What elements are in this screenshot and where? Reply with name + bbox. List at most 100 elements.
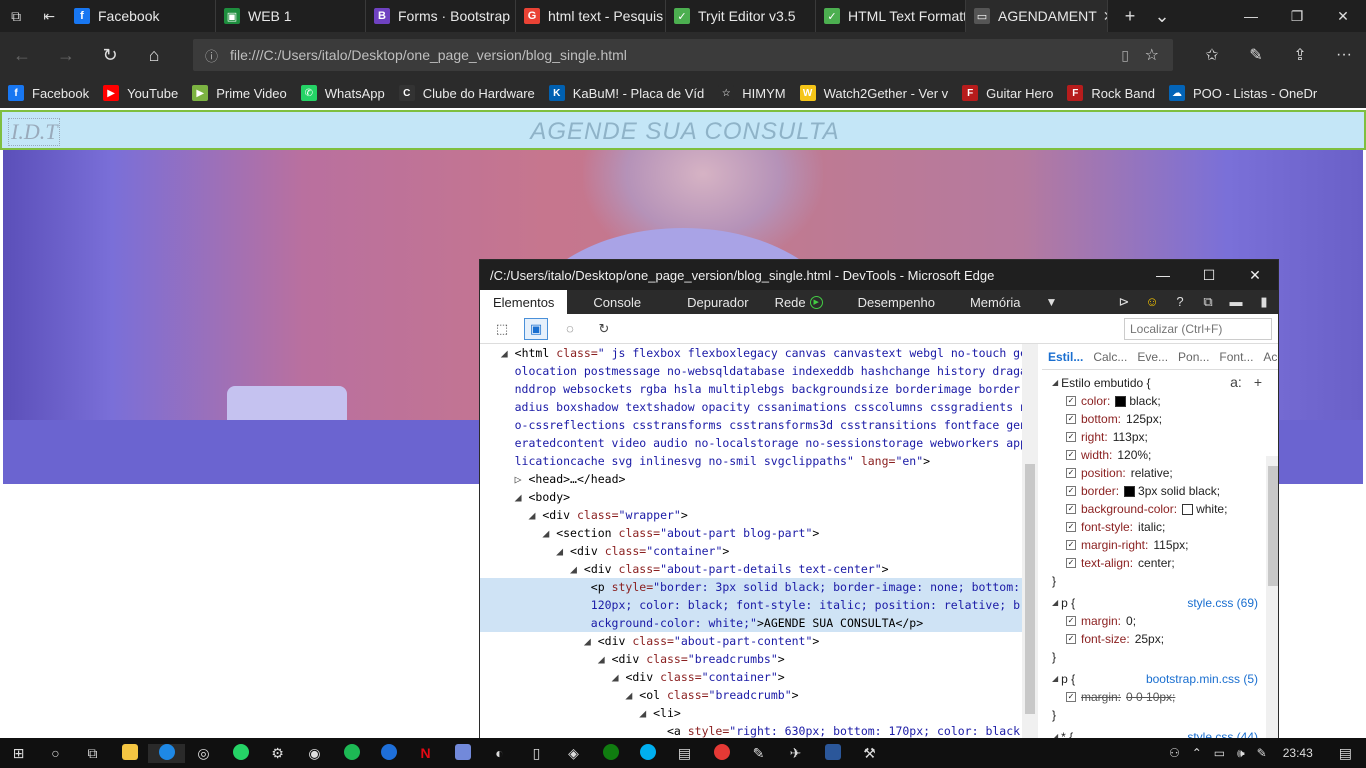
browser-app-icon[interactable]: [370, 743, 407, 763]
property-value[interactable]: 3px solid black;: [1138, 482, 1220, 500]
css-source-link[interactable]: style.css (69): [1187, 594, 1258, 612]
favorite-item[interactable]: ☆ HIMYM: [718, 85, 786, 101]
css-property[interactable]: ✓ font-size: 25px;: [1052, 630, 1278, 648]
xbox-icon[interactable]: [592, 743, 629, 763]
property-name[interactable]: right:: [1081, 428, 1108, 446]
dom-line[interactable]: ◢ <div class="about-part-details text-ce…: [480, 560, 1022, 578]
favorite-item[interactable]: ✆ WhatsApp: [300, 85, 385, 101]
document-icon[interactable]: ▯: [518, 745, 555, 762]
css-source-link[interactable]: bootstrap.min.css (5): [1146, 670, 1258, 688]
property-value[interactable]: relative;: [1131, 464, 1173, 482]
emulation-icon[interactable]: ⧉: [1194, 294, 1222, 310]
styles-subtab[interactable]: Estil...: [1048, 350, 1083, 364]
css-property[interactable]: ✓ border: 3px solid black;: [1052, 482, 1278, 500]
property-value[interactable]: 120%;: [1117, 446, 1151, 464]
discord-icon[interactable]: [444, 743, 481, 763]
find-input[interactable]: [1124, 318, 1272, 340]
color-swatch[interactable]: [1115, 395, 1127, 407]
tab-rede[interactable]: Rede ▶: [762, 290, 836, 314]
property-checkbox[interactable]: ✓: [1066, 432, 1076, 442]
more-tabs-icon[interactable]: ▼: [1034, 295, 1070, 309]
property-name[interactable]: text-align:: [1081, 554, 1133, 572]
refresh-dom-icon[interactable]: ◌: [558, 318, 582, 340]
collapse-triangle-icon[interactable]: ◢: [1052, 374, 1058, 392]
property-name[interactable]: font-style:: [1081, 518, 1133, 536]
css-property[interactable]: ✓ font-style: italic;: [1052, 518, 1278, 536]
text-style-icon[interactable]: a:: [1230, 374, 1242, 390]
close-tab-icon[interactable]: ✕: [1103, 8, 1107, 25]
favorite-item[interactable]: K KaBuM! - Placa de Víd: [548, 85, 704, 101]
styles-subtab[interactable]: Ace...: [1263, 350, 1278, 364]
color-swatch[interactable]: [1182, 503, 1194, 515]
dom-line[interactable]: ◢ <div class="container">: [480, 668, 1022, 686]
css-property[interactable]: ✓ text-align: center;: [1052, 554, 1278, 572]
css-property[interactable]: ✓ margin-right: 115px;: [1052, 536, 1278, 554]
property-name[interactable]: border:: [1081, 482, 1119, 500]
css-selector[interactable]: p {: [1061, 670, 1075, 688]
property-name[interactable]: margin:: [1081, 688, 1121, 706]
console-drawer-icon[interactable]: ⊳: [1110, 294, 1138, 310]
help-icon[interactable]: ?: [1166, 294, 1194, 310]
tab-desempenho[interactable]: Desempenho: [836, 290, 948, 314]
property-checkbox[interactable]: ✓: [1066, 468, 1076, 478]
dom-line[interactable]: ◢ <div class="wrapper">: [480, 506, 1022, 524]
property-checkbox[interactable]: ✓: [1066, 540, 1076, 550]
css-property[interactable]: ✓ right: 113px;: [1052, 428, 1278, 446]
skype-icon[interactable]: [629, 743, 666, 763]
people-icon[interactable]: ⚇: [1169, 746, 1180, 760]
maximize-icon[interactable]: ☐: [1186, 267, 1232, 284]
property-checkbox[interactable]: ✓: [1066, 396, 1076, 406]
property-value[interactable]: white;: [1196, 500, 1227, 518]
feedback-smiley-icon[interactable]: ☺: [1138, 294, 1166, 310]
css-property[interactable]: ✓ margin: 0;: [1052, 612, 1278, 630]
browser-tab[interactable]: ▣ WEB 1: [216, 0, 366, 32]
property-value[interactable]: 115px;: [1153, 536, 1188, 554]
address-field[interactable]: ⓘ file:///C:/Users/italo/Desktop/one_pag…: [193, 39, 1173, 71]
browser-tab[interactable]: Ghtml text - Pesquis: [516, 0, 666, 32]
network-icon[interactable]: ▭: [1214, 746, 1225, 760]
css-property[interactable]: ✓ color: black;: [1052, 392, 1278, 410]
property-checkbox[interactable]: ✓: [1066, 616, 1076, 626]
utility-icon[interactable]: ⚒: [851, 745, 888, 762]
styles-subtab[interactable]: Font...: [1219, 350, 1253, 364]
property-value[interactable]: italic;: [1138, 518, 1165, 536]
reload-page-icon[interactable]: ↻: [592, 318, 616, 340]
favorite-item[interactable]: f Facebook: [8, 85, 89, 101]
info-icon[interactable]: ⓘ: [205, 46, 218, 65]
whatsapp-icon[interactable]: [222, 743, 259, 763]
media-player-icon[interactable]: ◎: [185, 745, 222, 762]
property-checkbox[interactable]: ✓: [1066, 522, 1076, 532]
styles-scroll-thumb[interactable]: [1268, 466, 1278, 586]
property-value[interactable]: 113px;: [1113, 428, 1148, 446]
property-checkbox[interactable]: ✓: [1066, 486, 1076, 496]
paint-icon[interactable]: ✎: [740, 745, 777, 762]
property-checkbox[interactable]: ✓: [1066, 558, 1076, 568]
dom-line[interactable]: ◢ <li>: [480, 704, 1022, 722]
edge-icon[interactable]: [148, 743, 185, 763]
dom-line[interactable]: ◢ <div class="container">: [480, 542, 1022, 560]
task-view-icon[interactable]: ⧉: [74, 745, 111, 762]
origin-icon[interactable]: ◐: [481, 745, 518, 761]
word-icon[interactable]: [814, 743, 851, 763]
dom-line[interactable]: ◢ <div class="breadcrumbs">: [480, 650, 1022, 668]
notifications-icon[interactable]: ▤: [1339, 745, 1352, 762]
tab-console[interactable]: Console: [567, 290, 667, 314]
property-checkbox[interactable]: ✓: [1066, 414, 1076, 424]
css-property[interactable]: ✓ background-color: white;: [1052, 500, 1278, 518]
css-property[interactable]: ✓ position: relative;: [1052, 464, 1278, 482]
dom-line[interactable]: <a style="right: 630px; bottom: 170px; c…: [480, 722, 1022, 738]
share-icon[interactable]: ⇪: [1278, 45, 1322, 65]
file-explorer-icon[interactable]: [111, 743, 148, 763]
property-value[interactable]: black;: [1129, 392, 1160, 410]
styles-subtab[interactable]: Calc...: [1093, 350, 1127, 364]
tab-memoria[interactable]: Memória: [948, 290, 1034, 314]
search-icon[interactable]: ○: [37, 745, 74, 761]
more-icon[interactable]: ···: [1322, 46, 1366, 64]
dom-line[interactable]: ◢ <html class=" js flexbox flexboxlegacy…: [480, 344, 1022, 362]
dom-line[interactable]: ▷ <head>…</head>: [480, 470, 1022, 488]
collapse-triangle-icon[interactable]: ◢: [1052, 594, 1058, 612]
favorites-hub-icon[interactable]: ✩: [1190, 45, 1234, 65]
property-name[interactable]: margin:: [1081, 612, 1121, 630]
browser-tab[interactable]: B Forms · Bootstrap: [366, 0, 516, 32]
notes-pen-icon[interactable]: ✎: [1234, 45, 1278, 65]
